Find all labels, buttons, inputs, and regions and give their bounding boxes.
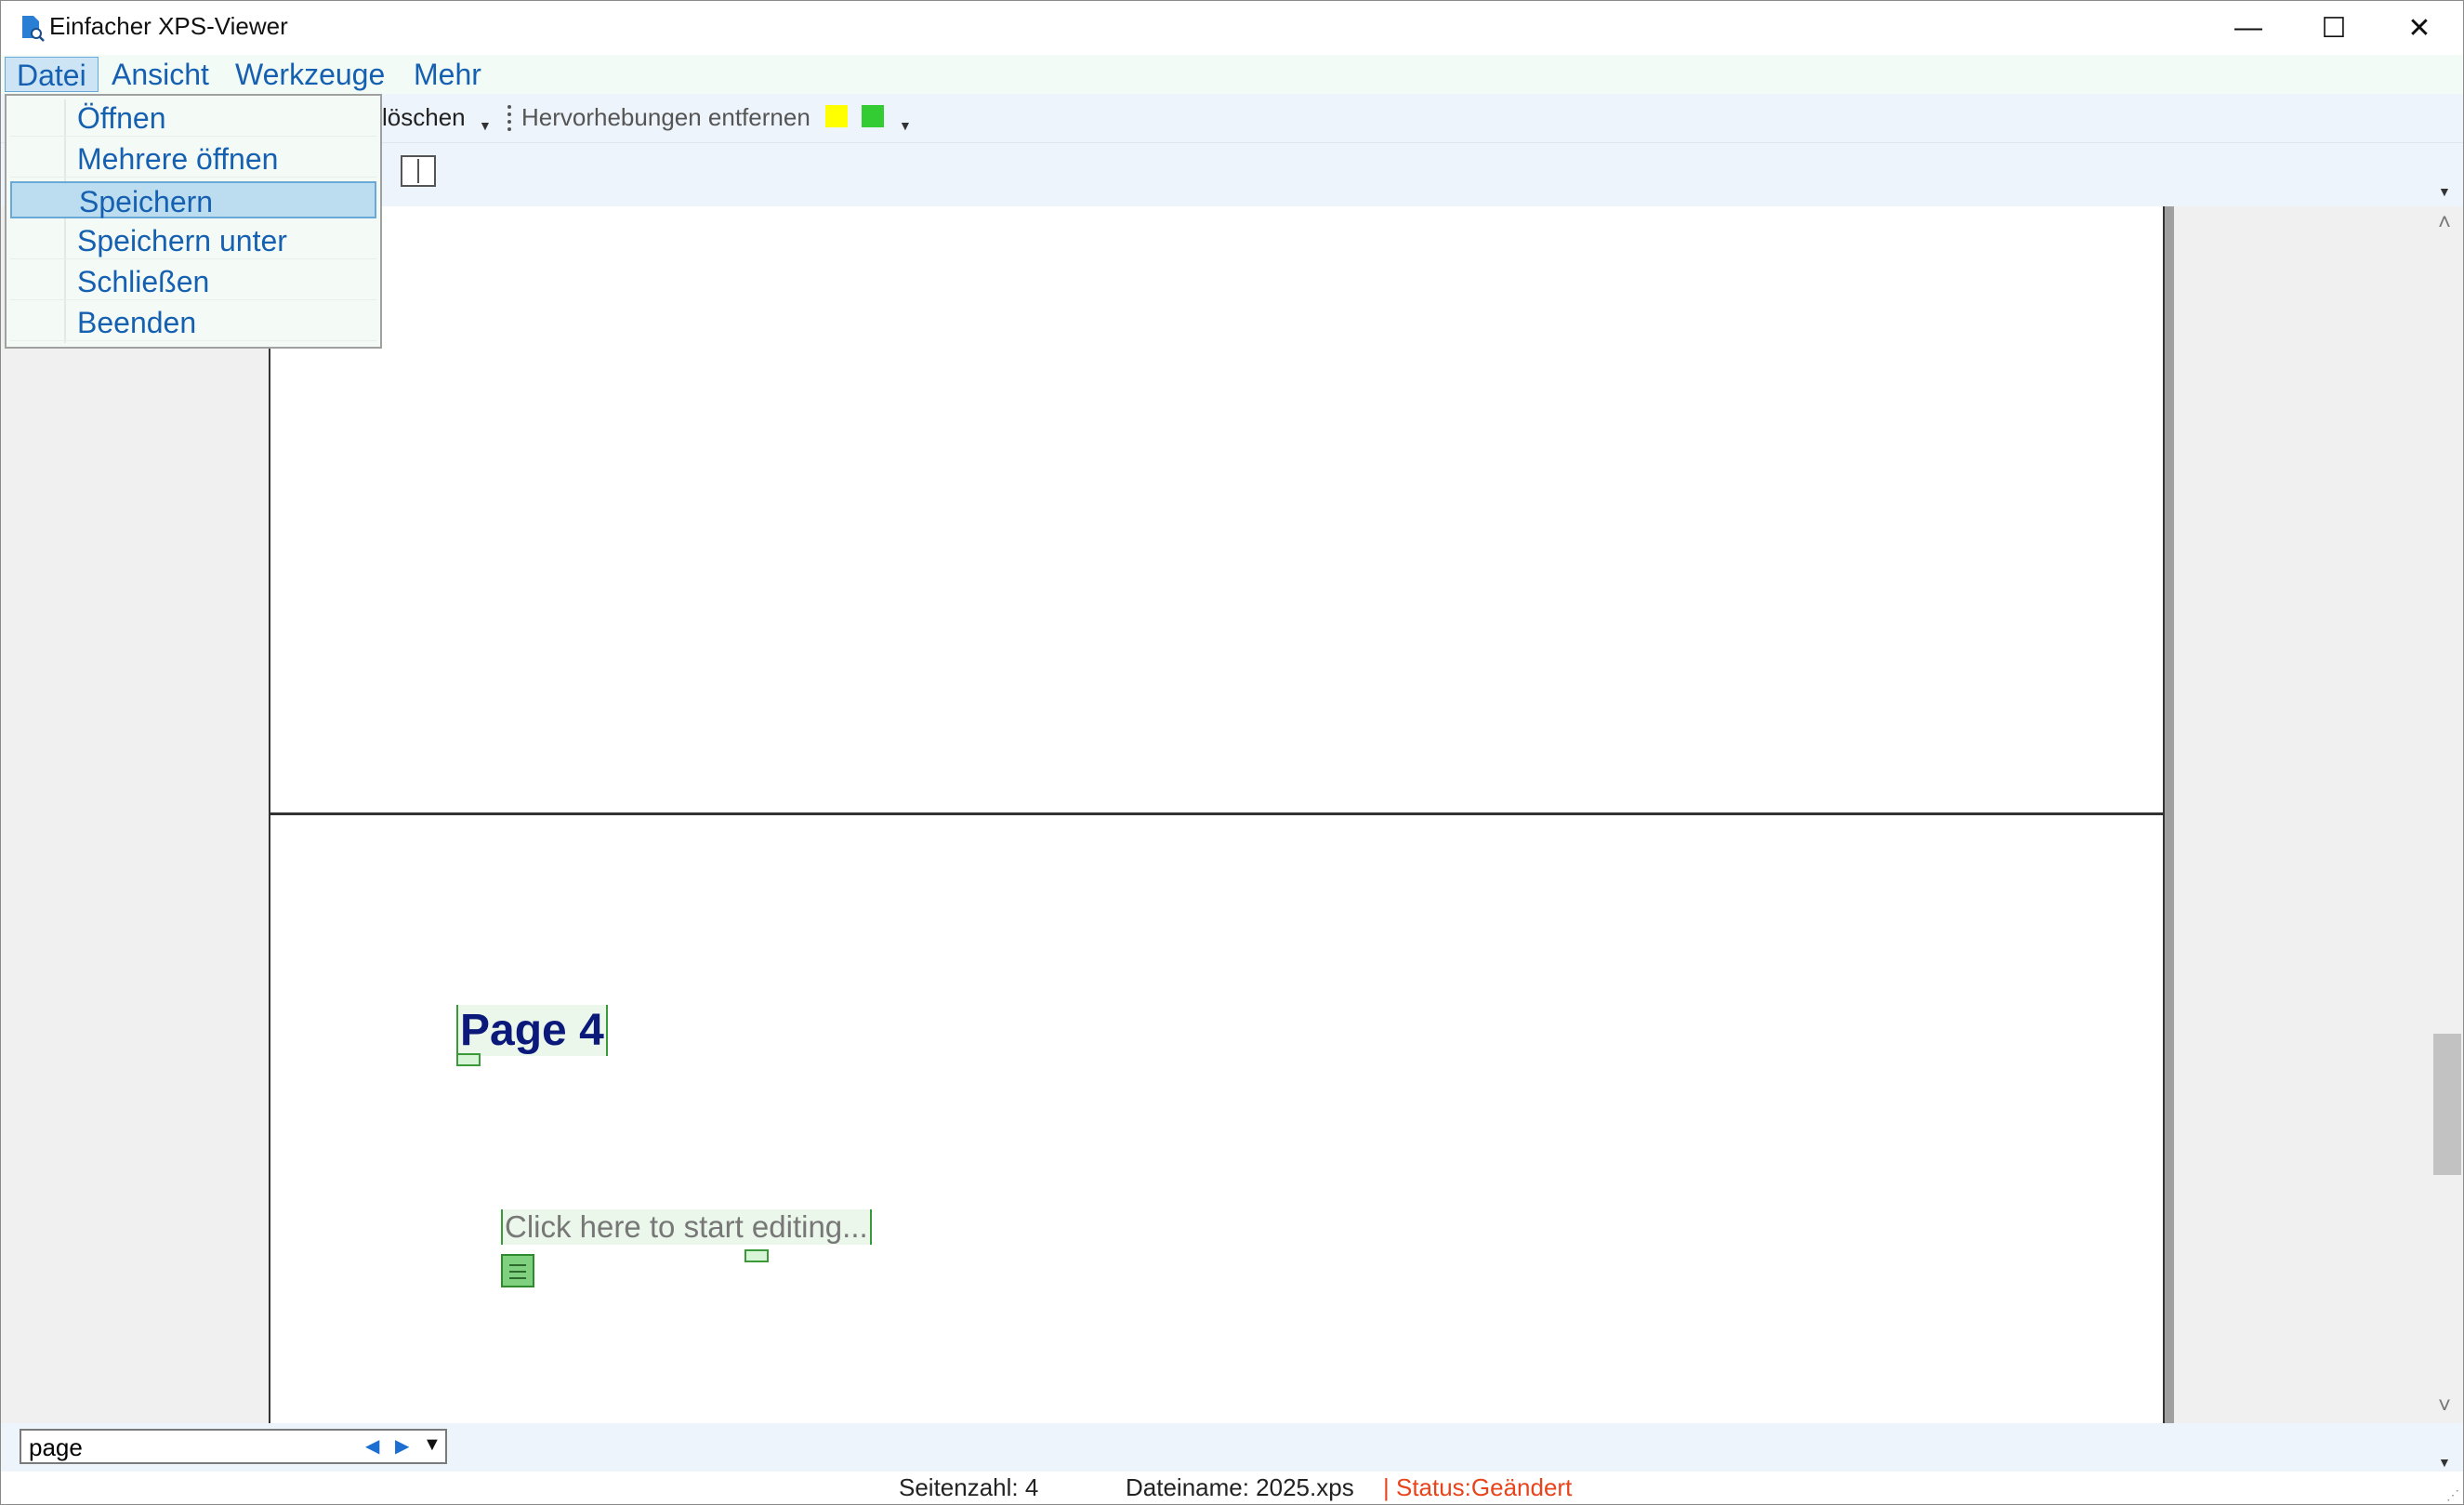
delete-button[interactable]: löschen (382, 103, 466, 132)
search-input[interactable] (27, 1432, 365, 1462)
menu-item-schliessen[interactable]: Schließen (10, 263, 376, 300)
document-viewer[interactable]: Page 4 Click here to start editing... (1, 206, 2431, 1423)
menu-item-mehrere-oeffnen[interactable]: Mehrere öffnen (10, 140, 376, 178)
status-filename: Dateiname: 2025.xps (1126, 1473, 1354, 1501)
minimize-button[interactable]: — (2206, 1, 2291, 55)
app-window: Einfacher XPS-Viewer — ☐ ✕ Datei Ansicht… (0, 0, 2464, 1505)
highlight-green-swatch[interactable] (862, 105, 884, 127)
highlight-yellow-swatch[interactable] (825, 105, 848, 127)
menu-ansicht[interactable]: Ansicht (100, 57, 220, 92)
menu-item-beenden[interactable]: Beenden (10, 304, 376, 341)
title-bar: Einfacher XPS-Viewer — ☐ ✕ (1, 1, 2463, 55)
status-bar: Seitenzahl: 4 Dateiname: 2025.xps | Stat… (1, 1472, 2463, 1504)
toolbar-overflow-icon-3[interactable]: ▼ (2438, 184, 2451, 199)
document-page-3 (269, 206, 2165, 814)
searchbar-overflow-icon[interactable]: ▼ (2438, 1455, 2451, 1470)
maximize-button[interactable]: ☐ (2291, 1, 2377, 55)
menu-werkzeuge[interactable]: Werkzeuge (224, 57, 396, 92)
search-next-icon[interactable]: ▶ (395, 1434, 409, 1458)
xps-viewer-app-icon (22, 16, 45, 42)
window-title: Einfacher XPS-Viewer (49, 12, 288, 40)
page-heading-text[interactable]: Page 4 (456, 1005, 608, 1056)
status-state: | Status:Geändert (1383, 1473, 1573, 1501)
search-bar: ◀ ▶ ▼ ▼ (1, 1423, 2463, 1472)
heading-annotation-handle[interactable] (456, 1053, 481, 1066)
document-page-4: Page 4 Click here to start editing... (269, 813, 2165, 1423)
toolbar-grip-icon[interactable] (507, 105, 515, 131)
close-button[interactable]: ✕ (2377, 1, 2462, 55)
status-page-count: Seitenzahl: 4 (899, 1473, 1039, 1501)
search-box: ◀ ▶ ▼ (20, 1429, 447, 1464)
menu-datei[interactable]: Datei (5, 57, 99, 92)
scroll-up-icon[interactable]: ˄ (2438, 210, 2451, 236)
scrollbar-thumb[interactable] (2433, 1034, 2461, 1175)
file-menu-dropdown: Öffnen Mehrere öffnen Speichern Speicher… (5, 94, 382, 349)
menu-bar: Datei Ansicht Werkzeuge Mehr (1, 55, 2463, 94)
remove-highlights-button[interactable]: Hervorhebungen entfernen (521, 103, 810, 132)
menu-item-speichern-unter[interactable]: Speichern unter (10, 222, 376, 259)
note-icon[interactable] (501, 1254, 534, 1287)
toolbar-overflow-icon[interactable]: ▼ (479, 118, 492, 133)
search-options-dropdown-icon[interactable]: ▼ (423, 1434, 441, 1456)
vertical-scrollbar[interactable]: ˄ ˅ (2431, 206, 2463, 1423)
toolbar-overflow-icon-2[interactable]: ▼ (899, 118, 912, 133)
menu-item-speichern[interactable]: Speichern (10, 181, 376, 218)
two-page-view-icon[interactable] (401, 155, 436, 187)
paragraph-annotation-handle[interactable] (744, 1249, 769, 1262)
page-paragraph-text[interactable]: Click here to start editing... (501, 1209, 872, 1245)
menu-mehr[interactable]: Mehr (402, 57, 493, 92)
scroll-down-icon[interactable]: ˅ (2438, 1393, 2451, 1419)
menu-item-oeffnen[interactable]: Öffnen (10, 99, 376, 137)
resize-grip-icon[interactable]: ⋰ (2446, 1487, 2459, 1503)
search-previous-icon[interactable]: ◀ (365, 1434, 379, 1458)
